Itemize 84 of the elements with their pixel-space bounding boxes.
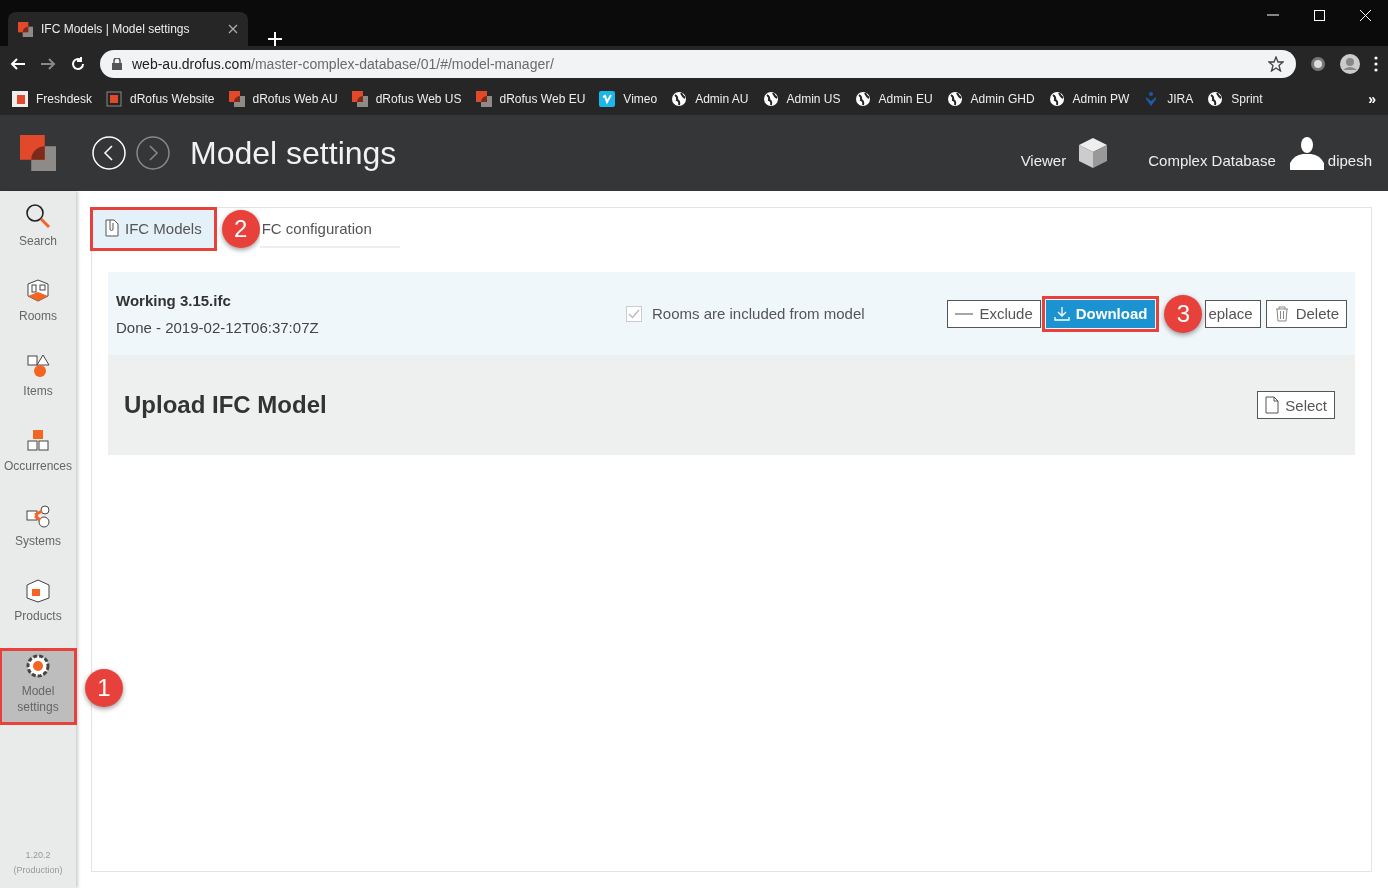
bookmark[interactable]: Admin PW	[1048, 90, 1130, 107]
back-icon[interactable]	[92, 136, 126, 170]
file-icon	[1265, 396, 1280, 414]
cubes-icon	[25, 428, 51, 454]
systems-icon	[25, 503, 51, 529]
globe-icon	[1048, 90, 1065, 107]
tab[interactable]: IFC Models	[93, 210, 214, 248]
reload-icon	[70, 56, 86, 72]
user-name[interactable]: dipesh	[1327, 151, 1372, 169]
search-icon	[25, 203, 51, 229]
build-text: (Production)	[12, 864, 64, 877]
bookmark[interactable]: dRofus Web EU	[475, 90, 586, 107]
close-icon[interactable]	[1359, 9, 1371, 21]
logo-icon	[20, 135, 56, 171]
version-text: 1.20.2	[24, 849, 52, 862]
browser-tab[interactable]: IFC Models | Model settings	[8, 12, 248, 46]
bookmark[interactable]: dRofus Web US	[351, 90, 462, 107]
bookmark[interactable]: Admin EU	[854, 90, 933, 107]
step-badge: 2	[221, 210, 260, 248]
logo-icon	[12, 90, 28, 107]
minus-icon	[955, 311, 974, 316]
close-icon	[228, 24, 238, 34]
gear-icon	[25, 653, 51, 679]
bookmark[interactable]: dRofus Web AU	[228, 90, 338, 107]
page-title: Model settings	[190, 134, 397, 172]
globe-icon	[946, 90, 963, 107]
globe-icon	[1207, 90, 1224, 107]
action-button[interactable]: Delete	[1265, 299, 1347, 328]
bookmark[interactable]: Freshdesk	[12, 90, 93, 107]
logo-icon	[475, 90, 492, 107]
upload-title: Upload IFC Model	[124, 391, 327, 419]
more-bookmarks[interactable]: »	[1368, 90, 1376, 107]
trash-icon	[1273, 305, 1290, 322]
sidebar-item[interactable]: Products	[0, 574, 76, 649]
sidebar-item[interactable]: Occurrences	[0, 424, 76, 499]
sidebar-item[interactable]: Items	[0, 349, 76, 424]
menu-icon	[1374, 56, 1378, 72]
action-button[interactable]: Exclude	[947, 299, 1041, 328]
url-text: web-au.drofus.com/master-complex-database/01/#/model-manager/	[132, 56, 554, 72]
extension-icon	[1310, 56, 1326, 72]
logo-icon	[18, 21, 33, 37]
user-icon	[1289, 136, 1324, 170]
star-icon	[1268, 56, 1284, 72]
bookmark[interactable]: Admin GHD	[946, 90, 1035, 107]
sidebar-item[interactable]: Rooms	[0, 274, 76, 349]
model-file-name: Working 3.15.ifc	[116, 291, 232, 309]
sidebar-item[interactable]: Search	[0, 199, 76, 274]
clip-file-icon	[105, 219, 119, 237]
items-icon	[25, 353, 51, 379]
step-badge: 3	[1164, 294, 1203, 333]
select-button[interactable]: Select	[1257, 391, 1335, 419]
bookmark[interactable]: Vimeo	[599, 90, 658, 107]
logo-icon	[106, 90, 123, 107]
forward-icon[interactable]	[136, 136, 170, 170]
step-badge: 1	[85, 669, 123, 707]
bookmark[interactable]: dRofus Website	[106, 90, 215, 107]
logo-icon	[351, 90, 368, 107]
model-status: Done - 2019-02-12T06:37:07Z	[116, 318, 320, 336]
globe-icon	[854, 90, 871, 107]
maximize-icon[interactable]	[1313, 9, 1325, 21]
check-icon	[628, 308, 640, 319]
sidebar-item[interactable]: Systems	[0, 499, 76, 574]
globe-icon	[671, 90, 688, 107]
back-icon	[10, 56, 26, 72]
bookmark[interactable]: Sprint	[1207, 90, 1263, 107]
checkbox-label: Rooms are included from model	[652, 305, 865, 322]
viewer-link[interactable]: Viewer	[1020, 151, 1067, 169]
forward-icon	[40, 56, 56, 72]
database-name[interactable]: Complex Database	[1148, 151, 1276, 169]
avatar-icon	[1340, 54, 1360, 74]
cube-icon	[1078, 137, 1109, 169]
address-bar[interactable]: web-au.drofus.com/master-complex-database/01/#/model-manager/	[100, 50, 1296, 78]
lock-icon	[112, 58, 122, 70]
action-button[interactable]: eplace	[1205, 299, 1261, 328]
bookmark[interactable]: JIRA	[1143, 90, 1194, 107]
bookmark[interactable]: Admin AU	[671, 90, 749, 107]
box-icon	[25, 578, 51, 604]
download-icon	[1053, 305, 1070, 322]
plus-icon	[268, 32, 282, 46]
room-icon	[25, 278, 51, 304]
bookmark[interactable]: Admin US	[762, 90, 841, 107]
logo-icon	[228, 90, 245, 107]
globe-icon	[762, 90, 779, 107]
vimeo-icon	[599, 90, 616, 107]
